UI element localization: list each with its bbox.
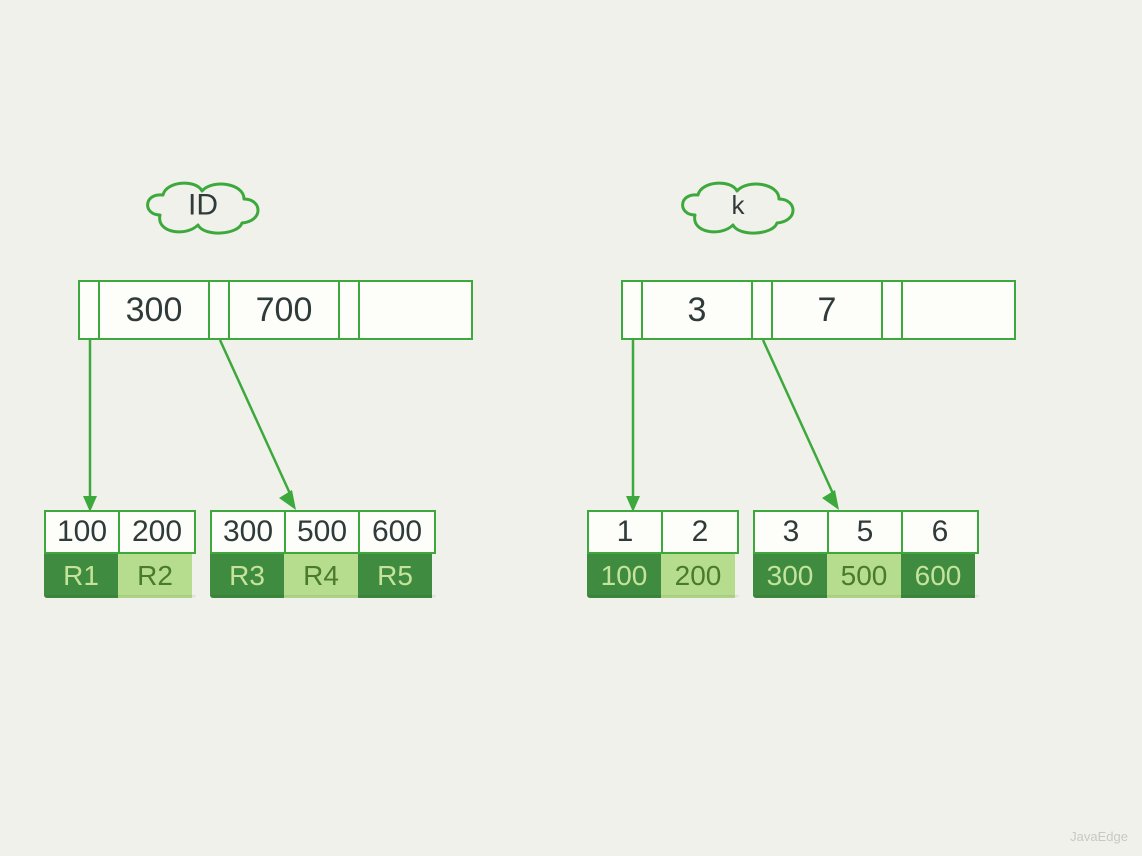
leaf-key: 2 <box>663 512 737 552</box>
leaf-node: 300 500 600 R3 R4 R5 <box>210 510 436 598</box>
leaf-data: 300 500 600 <box>753 554 979 598</box>
arrow-icon <box>598 340 658 520</box>
leaf-key: 200 <box>120 512 194 552</box>
root-pointer <box>80 282 100 338</box>
leaf-record: 300 <box>753 554 827 598</box>
arrow-icon <box>212 340 332 520</box>
tree-id: ID 300 700 100 200 R1 R2 300 <box>0 0 571 856</box>
leaf-key: 300 <box>212 512 286 552</box>
root-node-id: 300 700 <box>78 280 473 340</box>
cloud-label-text: ID <box>188 188 218 222</box>
leaf-node: 1 2 100 200 <box>587 510 739 598</box>
leaf-keys: 100 200 <box>44 510 196 554</box>
leaf-key: 6 <box>903 512 977 552</box>
leaf-key: 5 <box>829 512 903 552</box>
watermark: JavaEdge <box>1070 829 1128 844</box>
leaf-node: 100 200 R1 R2 <box>44 510 196 598</box>
arrow-icon <box>755 340 875 520</box>
leaf-data: 100 200 <box>587 554 739 598</box>
leaf-keys: 1 2 <box>587 510 739 554</box>
root-empty-slot <box>903 282 1013 338</box>
leaf-record: R2 <box>118 554 192 598</box>
root-key: 7 <box>773 282 883 338</box>
root-pointer <box>210 282 230 338</box>
root-pointer <box>883 282 903 338</box>
root-key: 300 <box>100 282 210 338</box>
cloud-label-text: k <box>732 190 745 221</box>
leaf-record: 600 <box>901 554 975 598</box>
leaf-key: 500 <box>286 512 360 552</box>
root-node-k: 3 7 <box>621 280 1016 340</box>
tree-k: k 3 7 1 2 100 200 3 5 <box>571 0 1142 856</box>
root-pointer <box>340 282 360 338</box>
root-empty-slot <box>360 282 470 338</box>
leaf-data: R1 R2 <box>44 554 196 598</box>
leaf-data: R3 R4 R5 <box>210 554 436 598</box>
leaf-record: R5 <box>358 554 432 598</box>
leaf-key: 3 <box>755 512 829 552</box>
root-pointer <box>753 282 773 338</box>
leaf-record: R3 <box>210 554 284 598</box>
leaf-row-id: 100 200 R1 R2 300 500 600 R3 R4 R5 <box>44 510 436 598</box>
root-pointer <box>623 282 643 338</box>
root-key: 3 <box>643 282 753 338</box>
leaf-record: 500 <box>827 554 901 598</box>
leaf-key: 600 <box>360 512 434 552</box>
leaf-key: 100 <box>46 512 120 552</box>
leaf-record: R4 <box>284 554 358 598</box>
cloud-label-id: ID <box>138 175 268 239</box>
leaf-keys: 3 5 6 <box>753 510 979 554</box>
arrow-icon <box>55 340 115 520</box>
leaf-keys: 300 500 600 <box>210 510 436 554</box>
root-key: 700 <box>230 282 340 338</box>
leaf-record: 100 <box>587 554 661 598</box>
leaf-record: R1 <box>44 554 118 598</box>
leaf-key: 1 <box>589 512 663 552</box>
leaf-record: 200 <box>661 554 735 598</box>
leaf-row-k: 1 2 100 200 3 5 6 300 500 600 <box>587 510 979 598</box>
cloud-label-k: k <box>673 175 803 239</box>
leaf-node: 3 5 6 300 500 600 <box>753 510 979 598</box>
